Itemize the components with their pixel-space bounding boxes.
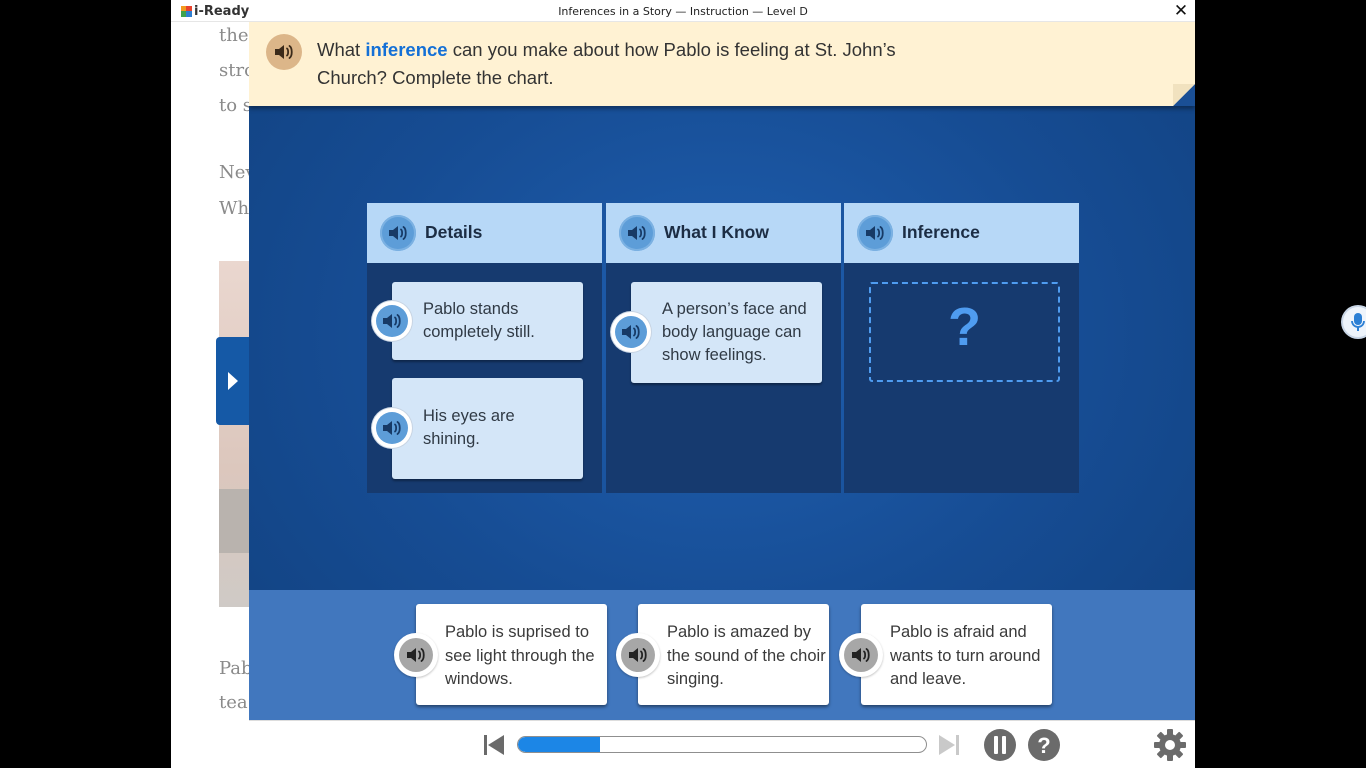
column-title: What I Know: [664, 222, 769, 242]
knowledge-card: A person’s face and body language can sh…: [611, 282, 822, 383]
detail-card: Pablo stands completely still.: [372, 282, 583, 360]
card-text: Pablo stands completely still.: [423, 300, 535, 341]
answer-audio-button[interactable]: [394, 633, 438, 677]
passage-line: to s: [219, 95, 253, 116]
prompt-audio-button[interactable]: [266, 34, 302, 70]
microphone-button[interactable]: [1343, 307, 1366, 337]
speaker-icon[interactable]: [851, 646, 871, 664]
answer-card[interactable]: Pablo is amazed by the sound of the choi…: [616, 604, 829, 705]
progress-fill: [518, 737, 600, 752]
prompt-text: What inference can you make about how Pa…: [317, 36, 897, 92]
skip-forward-icon[interactable]: [937, 733, 961, 757]
speaker-icon[interactable]: [382, 312, 402, 330]
card-audio-button[interactable]: [611, 312, 651, 352]
question-mark-placeholder: ?: [948, 297, 981, 357]
column-title: Details: [425, 222, 483, 242]
passage-line: tea: [219, 692, 248, 713]
caret-right-icon[interactable]: [228, 372, 238, 390]
help-icon[interactable]: ?: [1027, 728, 1061, 762]
answer-text: Pablo is amazed by the sound of the choi…: [667, 623, 826, 688]
speaker-icon[interactable]: [382, 419, 402, 437]
close-icon[interactable]: ✕: [1174, 1, 1188, 21]
settings-icon[interactable]: [1153, 728, 1187, 762]
prompt-keyword[interactable]: inference: [365, 39, 447, 60]
passage-toggle-tab[interactable]: [216, 337, 249, 425]
speaker-icon[interactable]: [274, 43, 294, 61]
answer-card[interactable]: Pablo is afraid and wants to turn around…: [839, 604, 1052, 705]
speaker-icon[interactable]: [865, 224, 885, 242]
title-bar: i-Ready Inferences in a Story — Instruct…: [171, 0, 1195, 22]
passage-illustration: [219, 261, 249, 607]
what-i-know-audio-button[interactable]: [619, 215, 655, 251]
activity-stage: What inference can you make about how Pa…: [249, 22, 1195, 720]
detail-card: His eyes are shining.: [372, 378, 583, 479]
lesson-progress-bar[interactable]: [517, 736, 927, 753]
pause-icon[interactable]: [983, 728, 1017, 762]
window-title: Inferences in a Story — Instruction — Le…: [558, 5, 808, 18]
column-header: What I Know: [606, 203, 841, 263]
card-text: A person’s face and body language can sh…: [662, 300, 807, 364]
app-window: i-Ready Inferences in a Story — Instruct…: [171, 0, 1195, 768]
prompt-banner: What inference can you make about how Pa…: [249, 22, 1195, 106]
answer-text: Pablo is suprised to see light through t…: [445, 623, 595, 688]
svg-text:?: ?: [1037, 733, 1050, 758]
prompt-text-start: What: [317, 39, 366, 60]
column-what-i-know: What I Know A person’s face and body lan…: [606, 203, 841, 493]
answer-audio-button[interactable]: [616, 633, 660, 677]
details-audio-button[interactable]: [380, 215, 416, 251]
column-details: Details Pablo stands completely still. H…: [367, 203, 602, 493]
speaker-icon[interactable]: [621, 323, 641, 341]
column-header: Details: [367, 203, 602, 263]
answer-card[interactable]: Pablo is suprised to see light through t…: [394, 604, 607, 705]
speaker-icon[interactable]: [628, 646, 648, 664]
passage-line: the: [219, 25, 249, 46]
microphone-icon[interactable]: [1350, 312, 1366, 332]
passage-line: Wh: [219, 198, 250, 219]
card-audio-button[interactable]: [372, 301, 412, 341]
speaker-icon[interactable]: [388, 224, 408, 242]
speaker-icon[interactable]: [406, 646, 426, 664]
answer-text: Pablo is afraid and wants to turn around…: [890, 623, 1041, 688]
passage-line: Pab: [219, 658, 253, 679]
inference-drop-zone[interactable]: ?: [869, 282, 1060, 382]
answer-tray: Pablo is suprised to see light through t…: [249, 590, 1195, 720]
card-text: His eyes are shining.: [423, 407, 515, 448]
inference-audio-button[interactable]: [857, 215, 893, 251]
answer-audio-button[interactable]: [839, 633, 883, 677]
skip-back-icon[interactable]: [482, 733, 506, 757]
speaker-icon[interactable]: [627, 224, 647, 242]
column-header: Inference: [844, 203, 1079, 263]
lesson-controls: ?: [249, 720, 1195, 768]
column-title: Inference: [902, 222, 980, 242]
card-audio-button[interactable]: [372, 408, 412, 448]
column-inference: Inference ?: [844, 203, 1079, 493]
close-button[interactable]: ✕: [1173, 2, 1189, 20]
